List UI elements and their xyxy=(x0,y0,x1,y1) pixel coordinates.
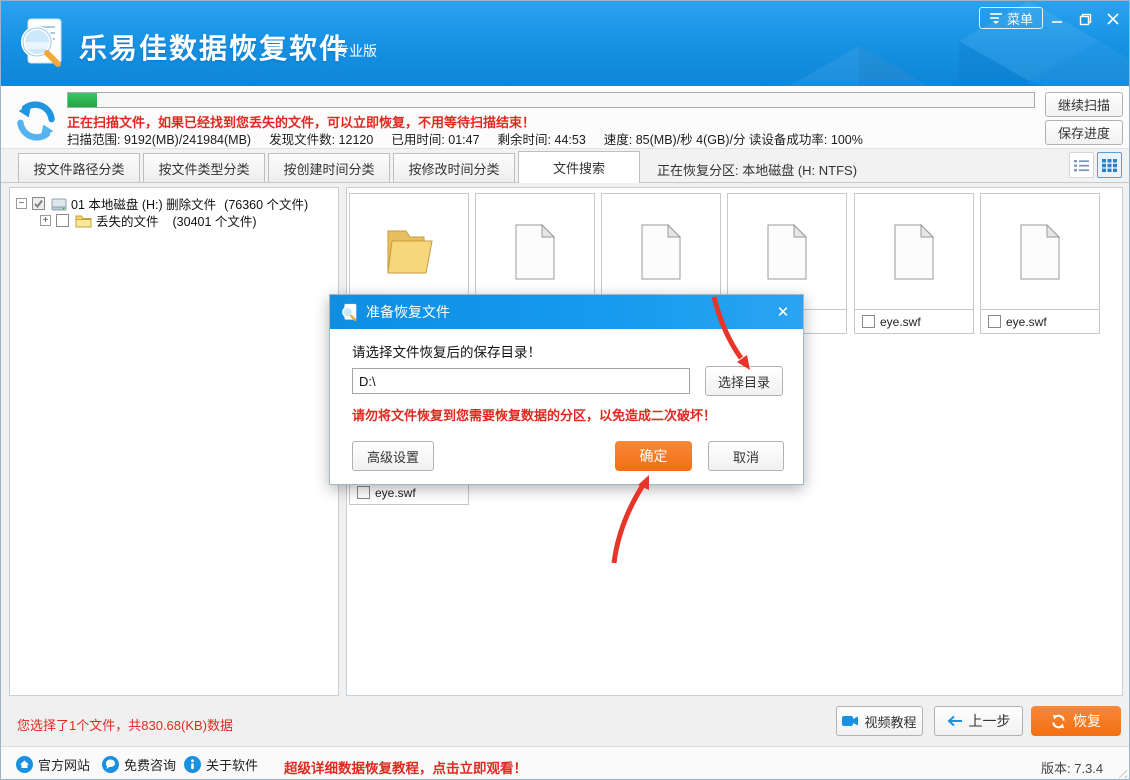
scan-speed: 速度: 85(MB)/秒 4(GB)/分 读设备成功率: 100% xyxy=(603,133,863,147)
remaining-time: 剩余时间: 44:53 xyxy=(497,133,586,147)
file-checkbox[interactable] xyxy=(862,315,875,328)
check-icon xyxy=(34,199,43,209)
file-large-icon xyxy=(602,194,720,310)
scan-status-bar: 正在扫描文件，如果已经找到您丢失的文件，可以立即恢复，不用等待扫描结束！ 扫描范… xyxy=(1,86,1129,149)
tree-root-checkbox[interactable] xyxy=(32,197,45,210)
cancel-button[interactable]: 取消 xyxy=(708,441,784,471)
ok-button[interactable]: 确定 xyxy=(615,441,692,471)
menu-icon xyxy=(989,13,1002,24)
dialog-prompt: 请选择文件恢复后的保存目录！ xyxy=(352,345,541,360)
file-large-icon xyxy=(476,194,594,310)
list-view-icon xyxy=(1074,159,1089,171)
browse-directory-button[interactable]: 选择目录 xyxy=(705,366,783,396)
recover-refresh-icon xyxy=(1052,714,1065,728)
scan-progress-bar xyxy=(67,92,1035,108)
file-name: eye.swf xyxy=(375,485,416,500)
file-large-icon xyxy=(855,194,973,310)
scan-progress-fill xyxy=(68,93,97,107)
dialog-title: 准备恢复文件 xyxy=(366,304,450,320)
file-name: eye.swf xyxy=(880,314,921,329)
maximize-button[interactable] xyxy=(1075,9,1095,29)
selection-status: 您选择了1个文件，共830.68(KB)数据 xyxy=(17,718,233,733)
tree-child-checkbox[interactable] xyxy=(56,214,69,227)
dialog-warning: 请勿将文件恢复到您需要恢复数据的分区，以免造成二次破坏！ xyxy=(352,408,717,423)
about-software-label: 关于软件 xyxy=(206,758,259,773)
save-path-input[interactable] xyxy=(352,368,690,394)
tab-bar: 按文件路径分类 按文件类型分类 按创建时间分类 按修改时间分类 文件搜索 正在恢… xyxy=(1,149,1129,183)
close-icon xyxy=(1107,13,1119,25)
folder-large-icon xyxy=(350,194,468,310)
back-arrow-icon xyxy=(947,715,962,727)
free-consult-label: 免费咨询 xyxy=(124,758,177,773)
continue-scan-button[interactable]: 继续扫描 xyxy=(1045,92,1123,117)
version-label: 版本: 7.3.4 xyxy=(1041,761,1104,776)
about-software-link[interactable]: 关于软件 xyxy=(184,755,258,774)
grid-view-icon xyxy=(1102,158,1117,172)
disk-icon xyxy=(51,198,67,210)
official-site-label: 官方网站 xyxy=(38,758,91,773)
app-window: 乐易佳数据恢复软件 专业版 菜单 正在扫描文件，如果已经找到您丢失的文件，可以立… xyxy=(0,0,1130,780)
recover-button[interactable]: 恢复 xyxy=(1031,706,1121,736)
scan-stats: 扫描范围: 9192(MB)/241984(MB) 发现文件数: 12120 已用时… xyxy=(67,129,881,148)
file-name: eye.swf xyxy=(1006,314,1047,329)
menu-label: 菜单 xyxy=(1006,11,1033,27)
folder-tree-panel: − 01 本地磁盘 (H:) 删除文件 (76360 个文件) + 丢失的文件 … xyxy=(9,187,339,696)
partition-info: 正在恢复分区: 本地磁盘 (H: NTFS) xyxy=(657,163,858,178)
video-tutorial-label: 视频教程 xyxy=(864,714,917,730)
dialog-close-icon[interactable]: ✕ xyxy=(773,302,793,322)
file-item[interactable]: eye.swf xyxy=(854,193,974,334)
tab-by-created[interactable]: 按创建时间分类 xyxy=(268,153,390,182)
maximize-icon xyxy=(1079,13,1091,25)
folder-icon xyxy=(75,215,92,227)
list-view-button[interactable] xyxy=(1069,152,1094,178)
menu-button[interactable]: 菜单 xyxy=(979,7,1043,29)
recover-dialog: 准备恢复文件 ✕ 请选择文件恢复后的保存目录！ 选择目录 请勿将文件恢复到您需要… xyxy=(329,294,804,485)
recover-label: 恢复 xyxy=(1073,713,1101,729)
chat-icon xyxy=(102,756,119,773)
video-tutorial-button[interactable]: 视频教程 xyxy=(836,706,923,736)
tutorial-promo-link[interactable]: 超级详细数据恢复教程，点击立即观看！ xyxy=(284,757,527,777)
scan-range: 扫描范围: 9192(MB)/241984(MB) xyxy=(67,133,252,147)
file-item[interactable]: eye.swf xyxy=(980,193,1100,334)
tab-by-path[interactable]: 按文件路径分类 xyxy=(18,153,140,182)
free-consult-link[interactable]: 免费咨询 xyxy=(102,755,176,774)
dialog-title-bar: 准备恢复文件 ✕ xyxy=(330,295,803,329)
info-icon xyxy=(184,756,201,773)
official-site-link[interactable]: 官方网站 xyxy=(16,755,90,774)
tab-by-modified[interactable]: 按修改时间分类 xyxy=(393,153,515,182)
found-files: 发现文件数: 12120 xyxy=(269,133,374,147)
grid-view-button[interactable] xyxy=(1097,152,1122,178)
app-edition: 专业版 xyxy=(335,43,377,59)
back-label: 上一步 xyxy=(968,713,1011,729)
file-large-icon xyxy=(981,194,1099,310)
tree-child-node[interactable]: + 丢失的文件 (30401 个文件) xyxy=(40,211,257,230)
back-button[interactable]: 上一步 xyxy=(934,706,1023,736)
app-logo-icon xyxy=(21,18,62,67)
close-button[interactable] xyxy=(1103,9,1123,29)
resize-grip[interactable] xyxy=(1115,766,1127,778)
minimize-icon xyxy=(1052,21,1062,23)
video-camera-icon xyxy=(842,716,859,726)
minimize-button[interactable] xyxy=(1047,9,1067,29)
tab-by-type[interactable]: 按文件类型分类 xyxy=(143,153,265,182)
save-progress-button[interactable]: 保存进度 xyxy=(1045,120,1123,145)
file-large-icon xyxy=(728,194,846,310)
tree-child-count: (30401 个文件) xyxy=(172,215,257,229)
scanning-icon xyxy=(17,101,55,141)
file-checkbox[interactable] xyxy=(988,315,1001,328)
collapse-toggle-icon[interactable]: − xyxy=(16,198,27,209)
advanced-settings-button[interactable]: 高级设置 xyxy=(352,441,434,471)
file-checkbox[interactable] xyxy=(357,486,370,499)
expand-toggle-icon[interactable]: + xyxy=(40,215,51,226)
app-title: 乐易佳数据恢复软件 xyxy=(79,33,350,64)
tree-child-label: 丢失的文件 xyxy=(96,215,159,229)
tab-file-search[interactable]: 文件搜索 xyxy=(518,151,640,183)
title-bar: 乐易佳数据恢复软件 专业版 菜单 xyxy=(1,1,1129,86)
footer-bar: 官方网站 免费咨询 关于软件 超级详细数据恢复教程，点击立即观看！ 版本: 7.… xyxy=(1,746,1129,779)
home-icon xyxy=(16,756,33,773)
dialog-logo-icon xyxy=(342,303,357,321)
elapsed-time: 已用时间: 01:47 xyxy=(391,133,480,147)
